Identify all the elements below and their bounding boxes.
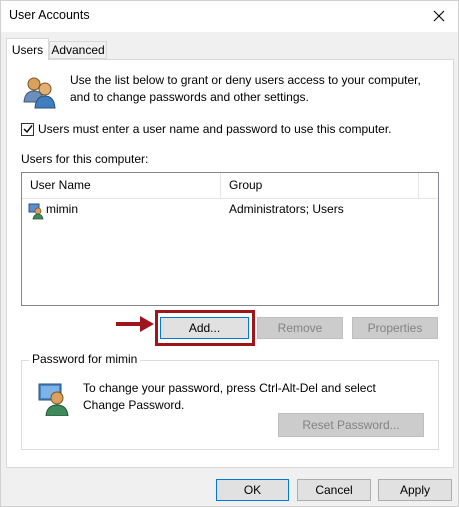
properties-button[interactable]: Properties [352,317,438,339]
ok-button-label: OK [243,483,262,497]
remove-button[interactable]: Remove [257,317,343,339]
checkmark-icon [23,125,33,134]
column-header-group-label: Group [229,178,263,192]
red-arrow-icon [116,316,154,332]
intro-text: Use the list below to grant or deny user… [70,73,421,104]
close-button[interactable] [424,1,454,31]
user-name-cell: mimin [46,202,78,216]
column-header-user-name-label: User Name [30,178,91,192]
column-header-user-name[interactable]: User Name [22,173,221,198]
require-login-checkbox[interactable] [21,122,34,136]
highlight-box [155,310,255,346]
listview-header: User Name Group [22,173,438,199]
require-login-row[interactable]: Users must enter a user name and passwor… [21,122,392,136]
tab-users[interactable]: Users [6,38,49,60]
table-row[interactable]: mimin Administrators; Users [22,199,438,220]
users-icon [23,77,56,109]
user-accounts-window: User Accounts Users Advanced Use the lis… [0,0,459,507]
user-password-icon [38,383,69,416]
password-instructions: To change your password, press Ctrl-Alt-… [83,381,376,412]
tab-advanced[interactable]: Advanced [49,41,107,59]
remove-button-label: Remove [277,321,323,335]
tab-advanced-label: Advanced [51,43,105,57]
users-list-label: Users for this computer: [21,152,149,166]
window-title: User Accounts [9,8,90,22]
password-groupbox-label: Password for mimin [29,352,141,366]
tab-users-label: Users [11,42,44,57]
users-tab-panel: Use the list below to grant or deny user… [6,59,454,468]
apply-button[interactable]: Apply [378,479,452,501]
cancel-button-label: Cancel [315,483,353,497]
apply-button-label: Apply [399,483,431,497]
reset-password-button-label: Reset Password... [302,418,400,432]
group-cell: Administrators; Users [229,202,344,216]
properties-button-label: Properties [367,321,423,335]
require-login-label: Users must enter a user name and passwor… [38,122,392,136]
reset-password-button[interactable]: Reset Password... [278,413,424,437]
column-header-group[interactable]: Group [221,173,419,198]
ok-button[interactable]: OK [216,479,289,501]
user-icon [28,203,44,220]
cancel-button[interactable]: Cancel [297,479,371,501]
users-listview[interactable]: User Name Group mimin Administrators; Us… [21,172,439,306]
close-icon [433,10,445,22]
title-bar: User Accounts [1,1,458,32]
